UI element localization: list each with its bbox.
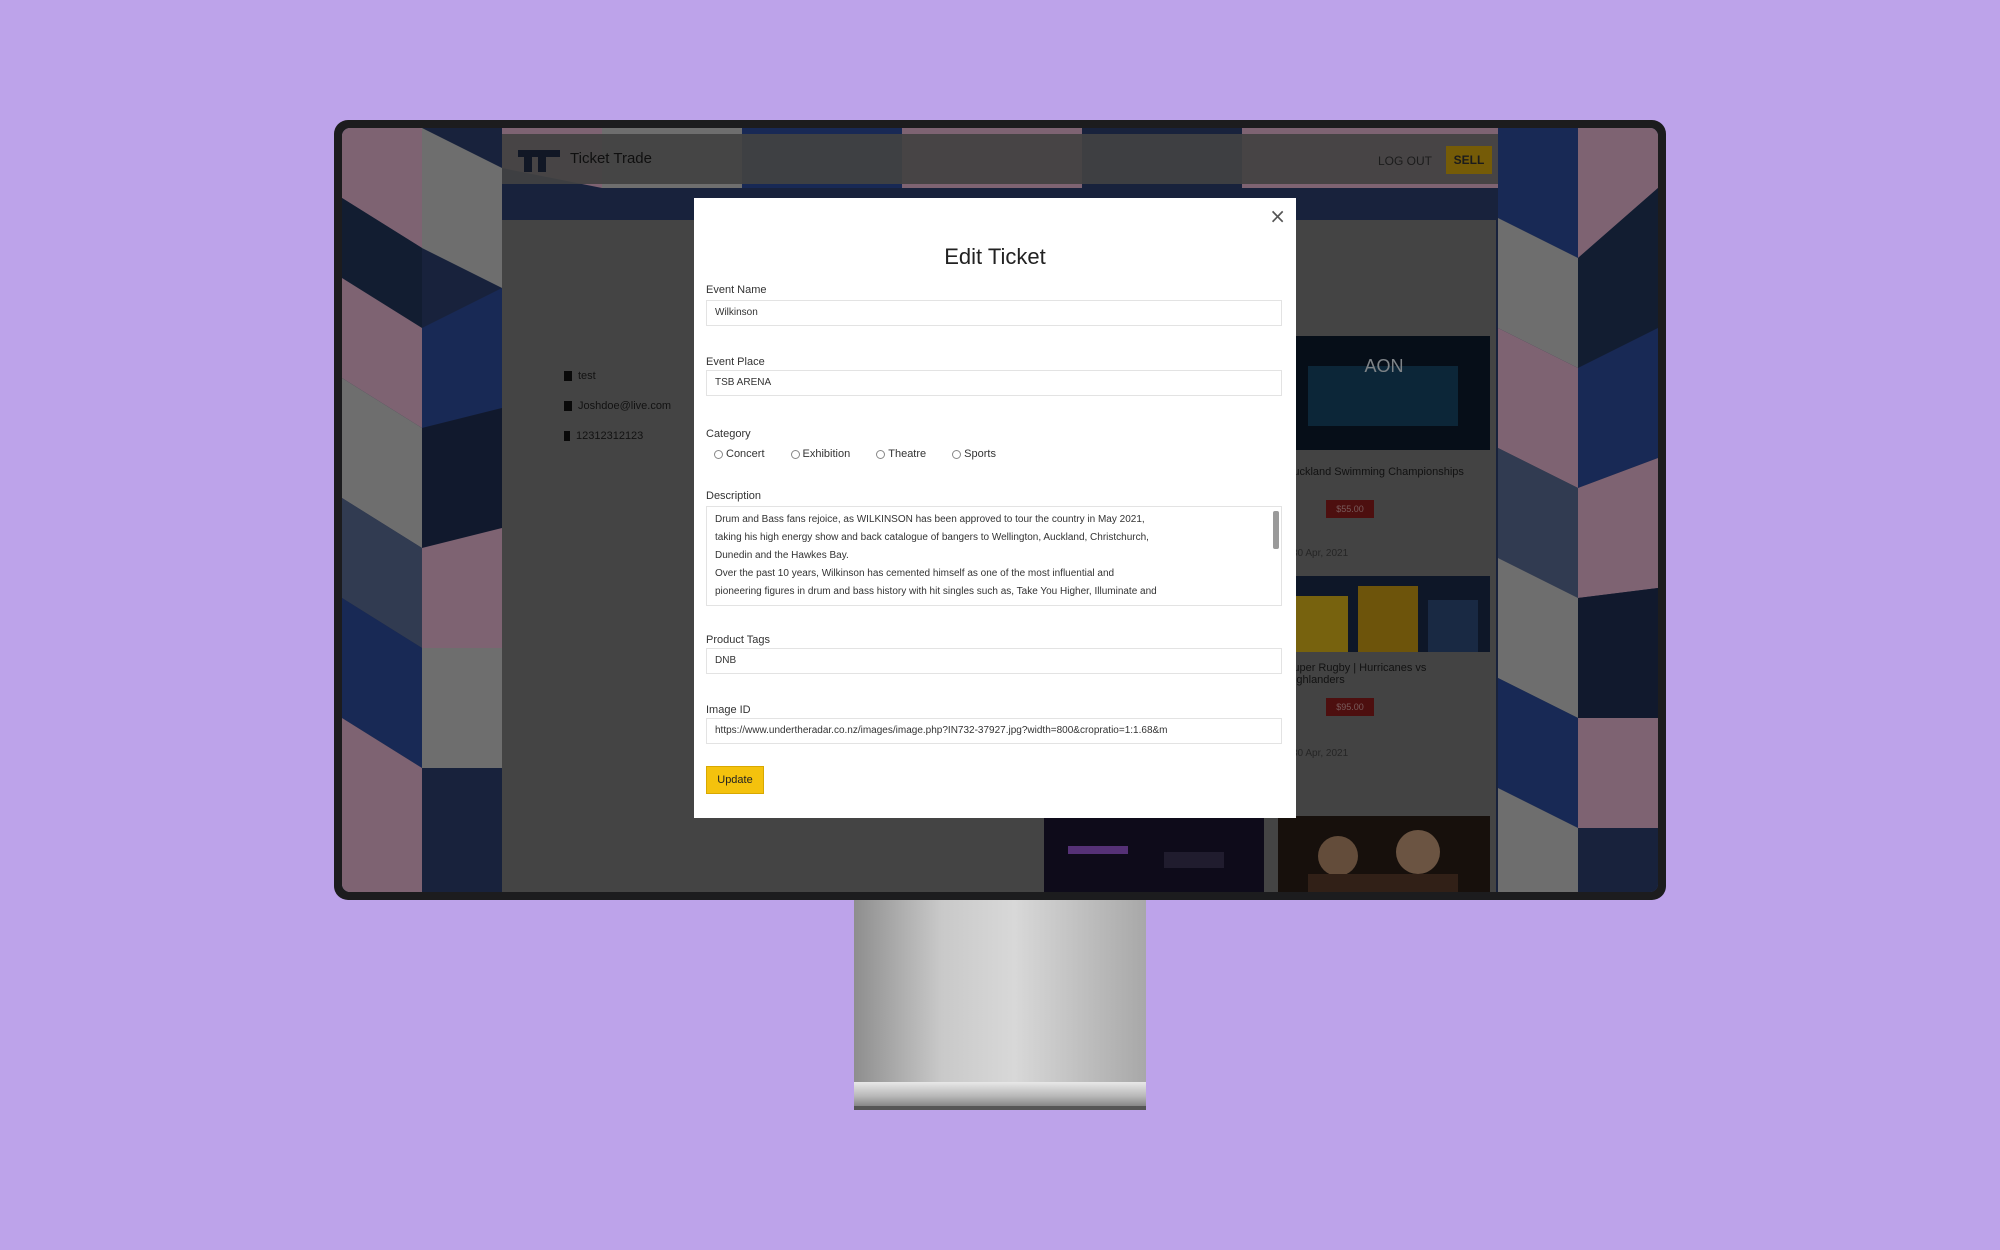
- category-option-sports[interactable]: Sports: [952, 448, 996, 460]
- category-option-label: Theatre: [888, 448, 927, 460]
- description-line: Drum and Bass fans rejoice, as WILKINSON…: [715, 514, 1145, 525]
- event-name-input[interactable]: Wilkinson: [706, 300, 1282, 326]
- monitor-frame: Ticket Trade LOG OUT SELL test Joshdoe@l…: [334, 120, 1666, 900]
- description-line: taking his high energy show and back cat…: [715, 532, 1149, 543]
- image-id-input[interactable]: https://www.undertheradar.co.nz/images/i…: [706, 718, 1282, 744]
- category-option-label: Concert: [726, 448, 765, 460]
- monitor-stand-foot: [854, 1082, 1146, 1108]
- event-place-label: Event Place: [706, 356, 765, 368]
- description-line: Dunedin and the Hawkes Bay.: [715, 550, 849, 561]
- update-button[interactable]: Update: [706, 766, 764, 794]
- category-option-theatre[interactable]: Theatre: [876, 448, 926, 460]
- image-id-label: Image ID: [706, 704, 751, 716]
- textarea-scrollbar[interactable]: [1273, 511, 1279, 549]
- product-tags-input[interactable]: DNB: [706, 648, 1282, 674]
- monitor-stand-shadow: [854, 1106, 1146, 1110]
- description-label: Description: [706, 490, 762, 502]
- category-option-exhibition[interactable]: Exhibition: [790, 448, 851, 460]
- radio-button[interactable]: [714, 449, 723, 459]
- close-icon[interactable]: ×: [1269, 204, 1286, 228]
- radio-button[interactable]: [790, 449, 800, 459]
- modal-title: Edit Ticket: [944, 244, 1046, 269]
- radio-button[interactable]: [876, 449, 886, 459]
- radio-button[interactable]: [952, 449, 962, 459]
- category-radio-group: Concert Exhibition Theatre Sports: [714, 448, 996, 460]
- category-option-label: Exhibition: [802, 448, 851, 460]
- edit-ticket-modal: × Edit Ticket Event Name Wilkinson Event…: [694, 198, 1296, 818]
- category-option-concert[interactable]: Concert: [714, 448, 765, 460]
- category-option-label: Sports: [964, 448, 996, 460]
- description-line: pioneering figures in drum and bass hist…: [715, 586, 1157, 597]
- monitor-stand: [854, 900, 1146, 1082]
- event-place-input[interactable]: TSB ARENA: [706, 370, 1282, 396]
- category-label: Category: [706, 428, 751, 440]
- description-line: Over the past 10 years, Wilkinson has ce…: [715, 568, 1115, 579]
- description-textarea[interactable]: Drum and Bass fans rejoice, as WILKINSON…: [706, 506, 1282, 606]
- screen: Ticket Trade LOG OUT SELL test Joshdoe@l…: [342, 128, 1658, 892]
- product-tags-label: Product Tags: [706, 634, 771, 646]
- event-name-label: Event Name: [706, 284, 767, 296]
